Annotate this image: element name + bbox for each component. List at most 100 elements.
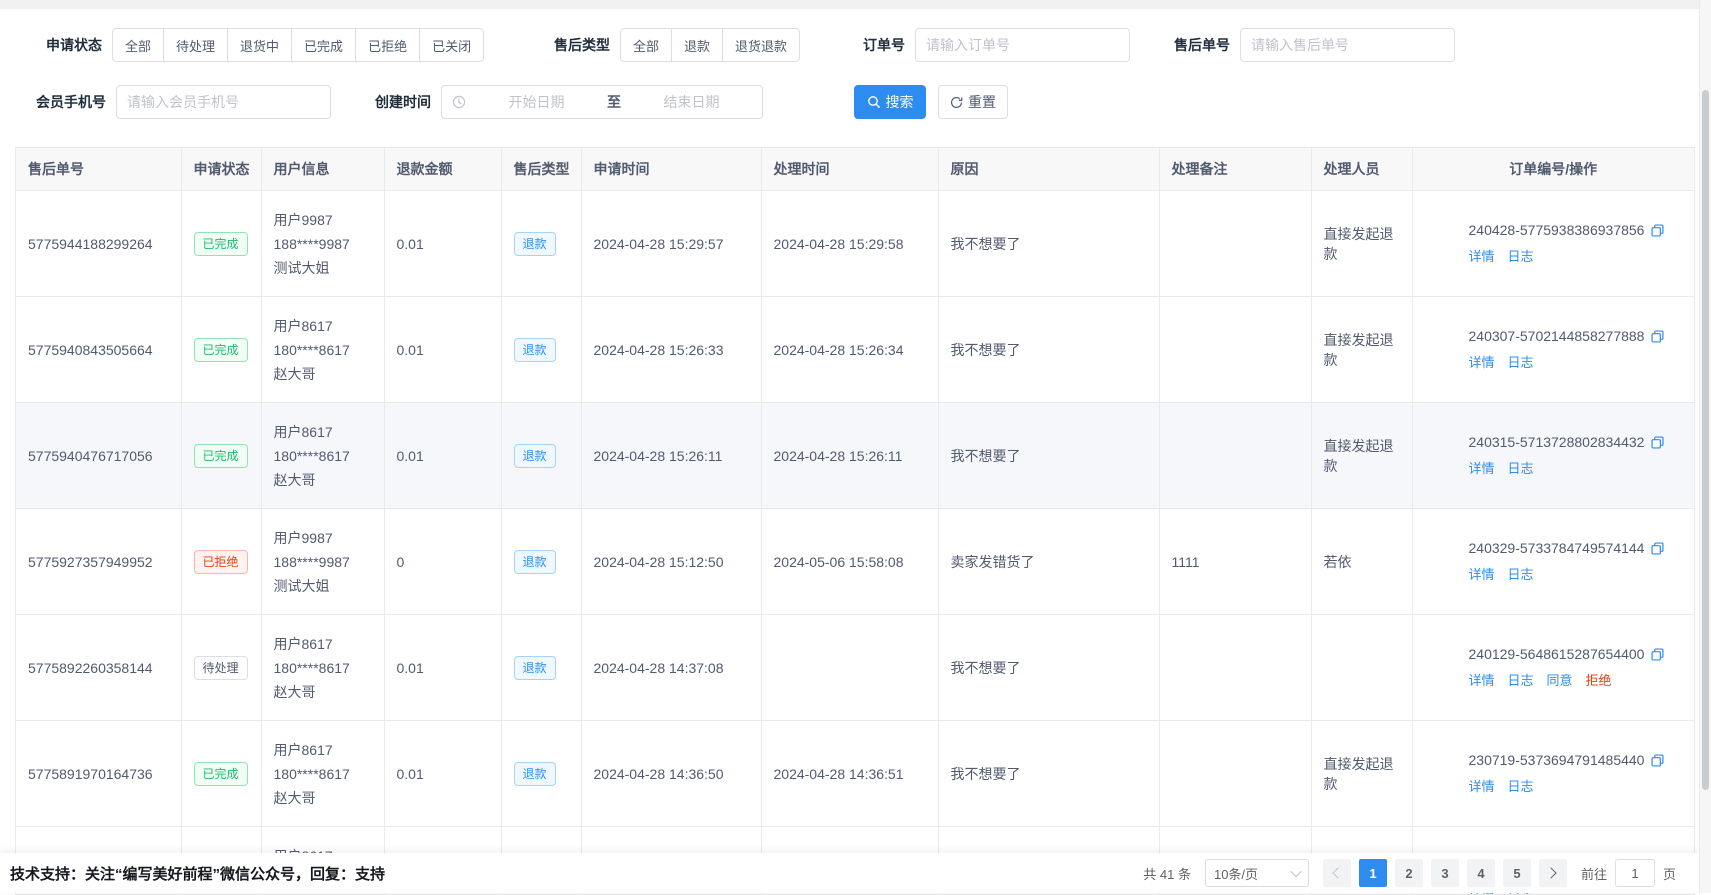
page-button[interactable]: 2 [1395, 859, 1423, 887]
status-option-button[interactable]: 退货中 [227, 28, 292, 62]
cell-user-info: 用户8617180****8617赵大哥 [261, 615, 384, 721]
table-row: 5775944188299264已完成用户9987188****9987测试大姐… [16, 191, 1694, 297]
status-tag: 已完成 [194, 444, 248, 468]
user-info-line: 180****8617 [274, 444, 372, 468]
page-button[interactable]: 5 [1503, 859, 1531, 887]
column-header: 处理人员 [1311, 148, 1412, 191]
cell-handle-time: 2024-04-28 15:26:11 [761, 403, 938, 509]
log-link[interactable]: 日志 [1508, 246, 1534, 265]
copy-icon[interactable] [1650, 329, 1665, 344]
end-date-input[interactable]: 结束日期 [621, 92, 762, 112]
type-tag: 退款 [514, 232, 556, 256]
cell-aftersale-no: 5775927357949952 [16, 509, 181, 615]
clock-icon [452, 95, 466, 109]
user-info-line: 赵大哥 [274, 362, 372, 386]
type-option-button[interactable]: 退货退款 [722, 28, 800, 62]
approve-link[interactable]: 同意 [1547, 670, 1573, 689]
user-info-line: 用户8617 [274, 420, 372, 444]
copy-icon[interactable] [1650, 753, 1665, 768]
cell-remark [1159, 403, 1311, 509]
date-range-picker[interactable]: 开始日期 至 结束日期 [441, 85, 763, 119]
user-info-line: 赵大哥 [274, 680, 372, 704]
row-actions: 详情日志 [1469, 458, 1683, 477]
page-top-strip [0, 0, 1711, 9]
column-header: 用户信息 [261, 148, 384, 191]
status-option-button[interactable]: 全部 [112, 28, 164, 62]
scrollbar-thumb[interactable] [1702, 90, 1709, 790]
column-header: 处理备注 [1159, 148, 1311, 191]
page-button[interactable]: 4 [1467, 859, 1495, 887]
type-tag: 退款 [514, 762, 556, 786]
cell-aftersale-no: 5775940476717056 [16, 403, 181, 509]
status-tag: 已拒绝 [194, 550, 248, 574]
detail-link[interactable]: 详情 [1469, 776, 1495, 795]
detail-link[interactable]: 详情 [1469, 352, 1495, 371]
service-no-input[interactable] [1240, 28, 1455, 62]
cell-handle-time: 2024-04-28 15:26:34 [761, 297, 938, 403]
user-info-line: 赵大哥 [274, 468, 372, 492]
reset-button[interactable]: 重置 [938, 85, 1008, 119]
order-no-line: 240315-5713728802834432 [1469, 434, 1683, 450]
order-no: 240307-5702144858277888 [1469, 328, 1645, 344]
cell-type: 退款 [501, 297, 581, 403]
chevron-down-icon [1290, 866, 1301, 877]
detail-link[interactable]: 详情 [1469, 564, 1495, 583]
filter-row-2: 会员手机号 创建时间 开始日期 至 结束日期 搜索 重置 [0, 85, 1711, 119]
prev-page-button[interactable] [1323, 859, 1351, 887]
user-info-line: 赵大哥 [274, 786, 372, 810]
vertical-scrollbar[interactable] [1699, 0, 1711, 893]
status-tag: 已完成 [194, 338, 248, 362]
order-no-input[interactable] [915, 28, 1130, 62]
cell-handler: 直接发起退款 [1311, 721, 1412, 827]
search-button-label: 搜索 [886, 92, 914, 112]
log-link[interactable]: 日志 [1508, 564, 1534, 583]
cell-remark [1159, 191, 1311, 297]
reject-link[interactable]: 拒绝 [1586, 670, 1612, 689]
cell-apply-time: 2024-04-28 15:26:11 [581, 403, 761, 509]
start-date-input[interactable]: 开始日期 [466, 92, 607, 112]
order-no-line: 240428-5775938386937856 [1469, 222, 1683, 238]
order-no: 230719-5373694791485440 [1469, 752, 1645, 768]
cell-apply-time: 2024-04-28 15:26:33 [581, 297, 761, 403]
phone-input[interactable] [116, 85, 331, 119]
log-link[interactable]: 日志 [1508, 776, 1534, 795]
chevron-left-icon [1333, 867, 1344, 878]
cell-reason: 我不想要了 [938, 191, 1159, 297]
detail-link[interactable]: 详情 [1469, 246, 1495, 265]
status-filter: 申请状态 全部待处理退货中已完成已拒绝已关闭 [46, 28, 484, 62]
type-option-button[interactable]: 退款 [671, 28, 723, 62]
goto-label: 前往 [1581, 864, 1607, 883]
column-header: 原因 [938, 148, 1159, 191]
status-option-button[interactable]: 已关闭 [419, 28, 484, 62]
next-page-button[interactable] [1539, 859, 1567, 887]
copy-icon[interactable] [1650, 435, 1665, 450]
detail-link[interactable]: 详情 [1469, 670, 1495, 689]
copy-icon[interactable] [1650, 541, 1665, 556]
log-link[interactable]: 日志 [1508, 458, 1534, 477]
cell-order-ops: 240428-5775938386937856 详情日志 [1412, 191, 1694, 297]
page-button[interactable]: 1 [1359, 859, 1387, 887]
order-no-label: 订单号 [863, 35, 905, 55]
status-option-button[interactable]: 已拒绝 [355, 28, 420, 62]
copy-icon[interactable] [1650, 223, 1665, 238]
search-button[interactable]: 搜索 [854, 85, 926, 119]
page-size-select[interactable]: 10条/页 [1205, 859, 1309, 887]
type-tag: 退款 [514, 656, 556, 680]
log-link[interactable]: 日志 [1508, 670, 1534, 689]
cell-status: 已拒绝 [181, 509, 261, 615]
cell-remark: 1111 [1159, 509, 1311, 615]
detail-link[interactable]: 详情 [1469, 458, 1495, 477]
cell-apply-time: 2024-04-28 15:29:57 [581, 191, 761, 297]
created-time-filter: 创建时间 开始日期 至 结束日期 [375, 85, 763, 119]
column-header: 售后类型 [501, 148, 581, 191]
status-option-button[interactable]: 已完成 [291, 28, 356, 62]
status-option-button[interactable]: 待处理 [163, 28, 228, 62]
log-link[interactable]: 日志 [1508, 352, 1534, 371]
phone-filter: 会员手机号 [36, 85, 331, 119]
goto-page-input[interactable] [1615, 859, 1655, 887]
page-button[interactable]: 3 [1431, 859, 1459, 887]
type-option-button[interactable]: 全部 [620, 28, 672, 62]
cell-refund-amount: 0.01 [384, 191, 501, 297]
copy-icon[interactable] [1650, 647, 1665, 662]
column-header: 申请时间 [581, 148, 761, 191]
